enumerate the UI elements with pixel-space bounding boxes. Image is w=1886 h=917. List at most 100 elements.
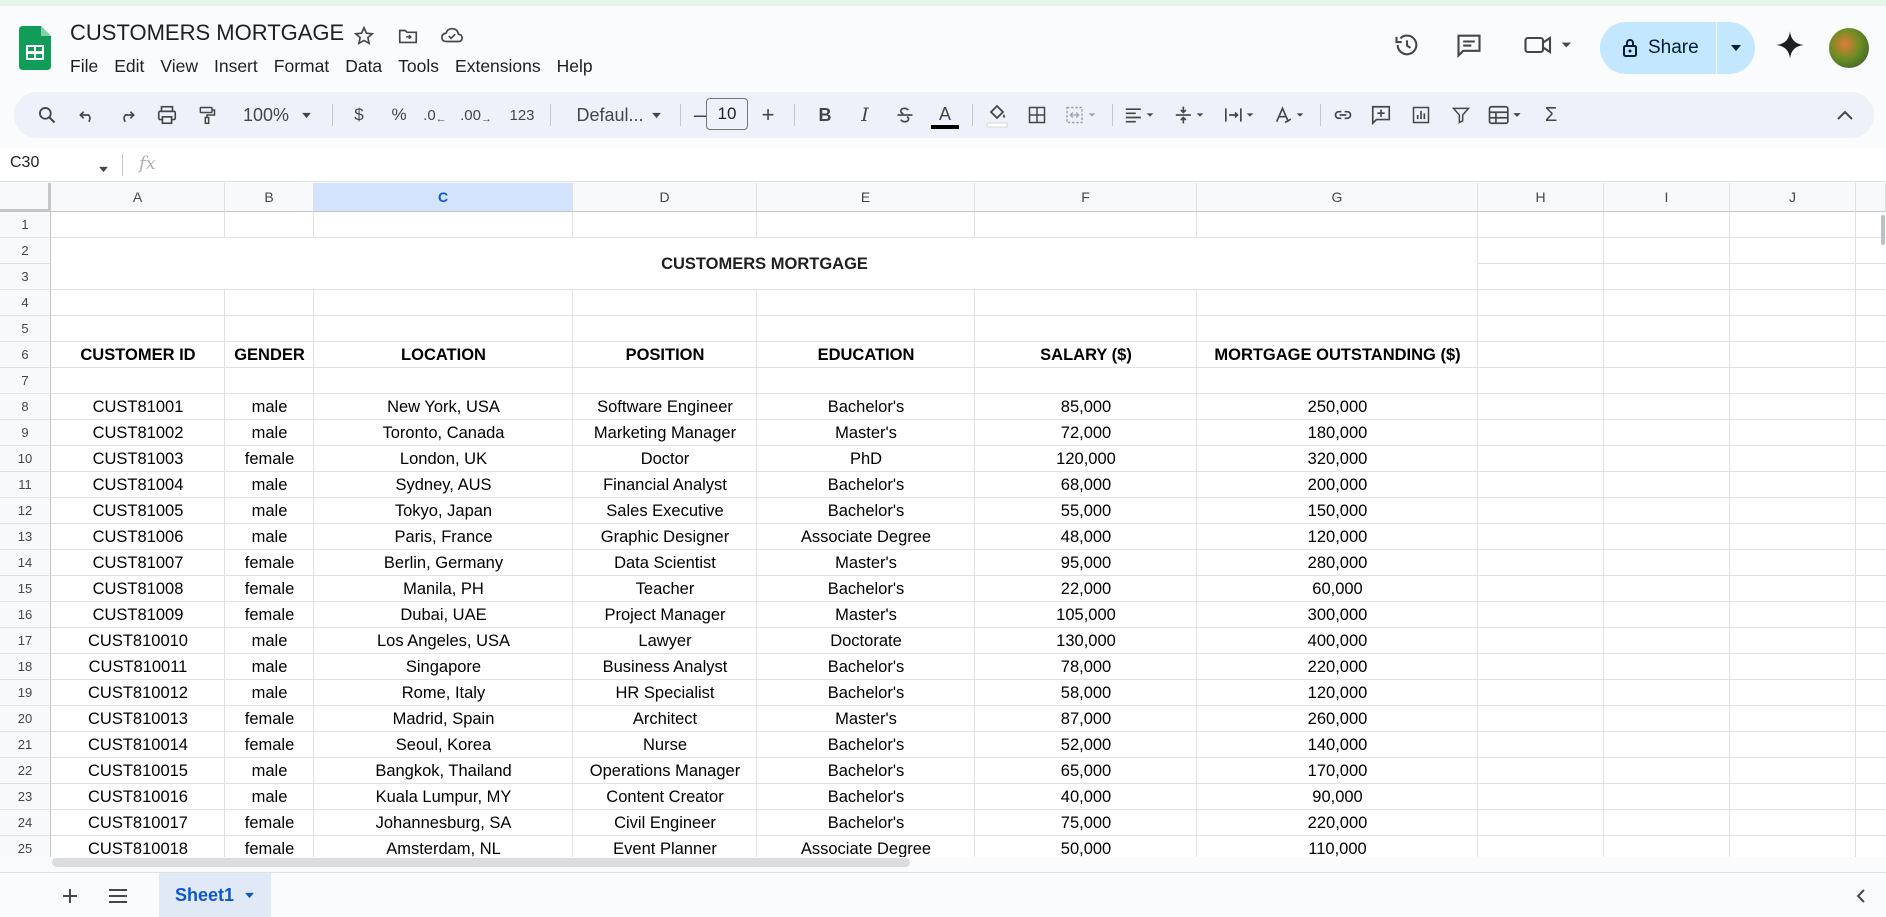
- spreadsheet-grid[interactable]: CUSTOMERS MORTGAGE A B C D E F G H I J 1 2 3 4 5 6 7 8 9 10 1…: [0, 183, 1886, 857]
- row-header-3[interactable]: 3: [0, 264, 51, 290]
- table-cell[interactable]: Singapore: [314, 654, 573, 680]
- table-cell[interactable]: 58,000: [975, 680, 1197, 706]
- row-header-12[interactable]: 12: [0, 498, 51, 524]
- table-cell[interactable]: 130,000: [975, 628, 1197, 654]
- table-header-cell[interactable]: SALARY ($): [975, 342, 1197, 368]
- table-cell[interactable]: Tokyo, Japan: [314, 498, 573, 524]
- share-dropdown-button[interactable]: [1717, 22, 1755, 74]
- table-cell[interactable]: 50,000: [975, 836, 1197, 858]
- table-cell[interactable]: female: [225, 576, 314, 602]
- table-cell[interactable]: male: [225, 680, 314, 706]
- insert-link-icon[interactable]: [1328, 92, 1358, 138]
- table-cell[interactable]: Bachelor's: [757, 394, 975, 420]
- table-cell[interactable]: male: [225, 758, 314, 784]
- menu-tools[interactable]: Tools: [390, 52, 447, 81]
- table-cell[interactable]: 90,000: [1197, 784, 1478, 810]
- row-header-7[interactable]: 7: [0, 368, 51, 394]
- paint-format-icon[interactable]: [192, 92, 222, 138]
- table-cell[interactable]: CUST81004: [51, 472, 225, 498]
- horizontal-align-icon[interactable]: [1118, 92, 1162, 138]
- table-cell[interactable]: CUST81003: [51, 446, 225, 472]
- table-cell[interactable]: male: [225, 654, 314, 680]
- print-icon[interactable]: [152, 92, 182, 138]
- all-sheets-menu-icon[interactable]: [105, 883, 131, 909]
- insert-comment-icon[interactable]: [1366, 92, 1396, 138]
- table-cell[interactable]: female: [225, 732, 314, 758]
- explore-collapse-icon[interactable]: [1848, 883, 1874, 909]
- table-cell[interactable]: HR Specialist: [573, 680, 757, 706]
- table-cell[interactable]: Financial Analyst: [573, 472, 757, 498]
- table-cell[interactable]: Master's: [757, 706, 975, 732]
- table-cell[interactable]: 87,000: [975, 706, 1197, 732]
- table-cell[interactable]: CUST810018: [51, 836, 225, 858]
- increase-font-size-button[interactable]: +: [754, 92, 782, 138]
- table-cell[interactable]: 95,000: [975, 550, 1197, 576]
- table-cell[interactable]: Software Engineer: [573, 394, 757, 420]
- table-cell[interactable]: CUST81008: [51, 576, 225, 602]
- table-cell[interactable]: 200,000: [1197, 472, 1478, 498]
- menu-edit[interactable]: Edit: [106, 52, 152, 81]
- menu-data[interactable]: Data: [337, 52, 390, 81]
- row-header-1[interactable]: 1: [0, 212, 51, 238]
- table-cell[interactable]: Business Analyst: [573, 654, 757, 680]
- table-cell[interactable]: Associate Degree: [757, 836, 975, 858]
- table-cell[interactable]: Operations Manager: [573, 758, 757, 784]
- column-header-c[interactable]: C: [314, 183, 573, 212]
- table-cell[interactable]: 55,000: [975, 498, 1197, 524]
- table-cell[interactable]: Nurse: [573, 732, 757, 758]
- font-size-input[interactable]: 10: [706, 98, 748, 130]
- vertical-scrollbar[interactable]: [1881, 215, 1885, 245]
- row-header-22[interactable]: 22: [0, 758, 51, 784]
- italic-button[interactable]: I: [850, 92, 880, 138]
- table-cell[interactable]: Civil Engineer: [573, 810, 757, 836]
- column-header-b[interactable]: B: [225, 183, 314, 212]
- table-cell[interactable]: CUST81005: [51, 498, 225, 524]
- table-cell[interactable]: Graphic Designer: [573, 524, 757, 550]
- table-cell[interactable]: 120,000: [975, 446, 1197, 472]
- table-cell[interactable]: male: [225, 524, 314, 550]
- table-cell[interactable]: Bachelor's: [757, 732, 975, 758]
- format-currency-button[interactable]: $: [344, 92, 374, 138]
- column-header-e[interactable]: E: [757, 183, 975, 212]
- column-header-a[interactable]: A: [51, 183, 225, 212]
- table-cell[interactable]: New York, USA: [314, 394, 573, 420]
- undo-icon[interactable]: [72, 92, 102, 138]
- row-header-14[interactable]: 14: [0, 550, 51, 576]
- sheets-logo-icon[interactable]: [19, 26, 51, 70]
- table-cell[interactable]: male: [225, 628, 314, 654]
- table-cell[interactable]: male: [225, 784, 314, 810]
- table-cell[interactable]: 75,000: [975, 810, 1197, 836]
- table-cell[interactable]: 320,000: [1197, 446, 1478, 472]
- table-cell[interactable]: CUST810016: [51, 784, 225, 810]
- sheet-tab-dropdown-icon[interactable]: [244, 892, 255, 899]
- table-cell[interactable]: Master's: [757, 550, 975, 576]
- table-cell[interactable]: 300,000: [1197, 602, 1478, 628]
- table-cell[interactable]: Paris, France: [314, 524, 573, 550]
- table-cell[interactable]: male: [225, 498, 314, 524]
- table-cell[interactable]: London, UK: [314, 446, 573, 472]
- table-cell[interactable]: male: [225, 472, 314, 498]
- table-header-cell[interactable]: EDUCATION: [757, 342, 975, 368]
- table-cell[interactable]: Project Manager: [573, 602, 757, 628]
- table-header-cell[interactable]: CUSTOMER ID: [51, 342, 225, 368]
- table-cell[interactable]: female: [225, 602, 314, 628]
- bold-button[interactable]: B: [810, 92, 840, 138]
- table-cell[interactable]: 52,000: [975, 732, 1197, 758]
- row-header-15[interactable]: 15: [0, 576, 51, 602]
- increase-decimal-button[interactable]: .00 →: [456, 92, 496, 138]
- table-cell[interactable]: Content Creator: [573, 784, 757, 810]
- table-cell[interactable]: 60,000: [1197, 576, 1478, 602]
- table-cell[interactable]: Amsterdam, NL: [314, 836, 573, 858]
- table-cell[interactable]: CUST81009: [51, 602, 225, 628]
- menu-file[interactable]: File: [62, 52, 106, 81]
- version-history-icon[interactable]: [1392, 30, 1422, 60]
- table-cell[interactable]: 120,000: [1197, 524, 1478, 550]
- table-cell[interactable]: Doctorate: [757, 628, 975, 654]
- column-header-j[interactable]: J: [1730, 183, 1856, 212]
- table-cell[interactable]: CUST81001: [51, 394, 225, 420]
- table-cell[interactable]: 280,000: [1197, 550, 1478, 576]
- row-header-8[interactable]: 8: [0, 394, 51, 420]
- table-cell[interactable]: Rome, Italy: [314, 680, 573, 706]
- merge-cells-icon[interactable]: [1060, 92, 1104, 138]
- table-header-cell[interactable]: POSITION: [573, 342, 757, 368]
